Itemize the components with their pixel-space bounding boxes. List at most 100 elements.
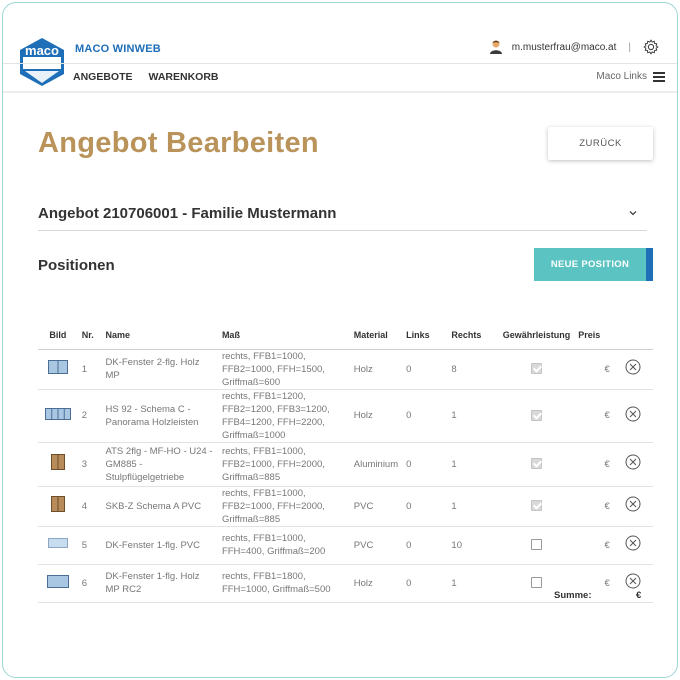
gear-icon[interactable] [643, 39, 659, 55]
close-circle-icon[interactable] [625, 359, 641, 375]
header-separator: | [628, 41, 631, 53]
header-divider [3, 63, 677, 64]
close-circle-icon[interactable] [625, 406, 641, 422]
row-name: SKB-Z Schema A PVC [101, 486, 218, 527]
row-nr: 2 [77, 389, 102, 443]
row-mass: rechts, FFB1=1800, FFH=1000, Griffmaß=50… [217, 564, 350, 603]
row-nr: 4 [77, 486, 102, 527]
row-rechts: 1 [447, 486, 499, 527]
table-row[interactable]: 4 SKB-Z Schema A PVC rechts, FFB1=1000, … [38, 486, 653, 527]
warranty-checkbox[interactable] [530, 500, 542, 512]
row-rechts: 10 [447, 526, 499, 565]
row-delete-cell [613, 389, 653, 443]
warranty-checkbox[interactable] [530, 458, 542, 470]
user-avatar-icon[interactable] [488, 39, 504, 55]
col-bild: Bild [38, 321, 78, 350]
row-nr: 1 [77, 349, 102, 390]
row-delete-cell [613, 442, 653, 487]
new-position-button[interactable]: NEUE POSITION [534, 248, 646, 281]
row-thumb-cell [38, 564, 78, 603]
col-actions [613, 321, 653, 350]
maco-links-label: Maco Links [596, 71, 647, 82]
close-circle-icon[interactable] [625, 496, 641, 512]
row-mass: rechts, FFB1=1000, FFB2=1000, FFH=2000, … [217, 442, 350, 487]
row-delete-cell [613, 349, 653, 390]
row-warranty-cell [498, 349, 575, 390]
row-rechts: 8 [447, 349, 499, 390]
app-frame: maco MACO WINWEB ANGEBOTE WARENKORB m.mu… [2, 2, 678, 678]
row-thumb-cell [38, 389, 78, 443]
row-price: € [574, 349, 614, 390]
row-mass: rechts, FFB1=1200, FFB2=1200, FFB3=1200,… [217, 389, 350, 443]
header-bottom-border [3, 91, 677, 93]
col-links: Links [402, 321, 448, 350]
row-warranty-cell [498, 442, 575, 487]
positions-table: Bild Nr. Name Maß Material Links Rechts … [38, 321, 653, 603]
col-rechts: Rechts [447, 321, 499, 350]
main-nav: ANGEBOTE WARENKORB [73, 71, 219, 83]
col-mass: Maß [217, 321, 350, 350]
door-double-icon [50, 496, 65, 512]
warranty-checkbox[interactable] [530, 363, 542, 375]
row-links: 0 [402, 442, 448, 487]
col-preis: Preis [574, 321, 614, 350]
row-name: DK-Fenster 1-flg. PVC [101, 526, 218, 565]
row-warranty-cell [498, 486, 575, 527]
row-links: 0 [402, 349, 448, 390]
row-delete-cell [613, 486, 653, 527]
window-double-icon [47, 360, 68, 374]
row-warranty-cell [498, 389, 575, 443]
row-nr: 6 [77, 564, 102, 603]
row-price: € [574, 526, 614, 565]
table-row[interactable]: 5 DK-Fenster 1-flg. PVC rechts, FFB1=100… [38, 526, 653, 565]
close-circle-icon[interactable] [625, 573, 641, 589]
row-name: DK-Fenster 2-flg. Holz MP [101, 349, 218, 390]
close-circle-icon[interactable] [625, 535, 641, 551]
row-links: 0 [402, 486, 448, 527]
user-area: m.musterfrau@maco.at | [488, 39, 659, 55]
warranty-checkbox[interactable] [530, 409, 542, 421]
row-price: € [574, 389, 614, 443]
row-links: 0 [402, 389, 448, 443]
row-thumb-cell [38, 486, 78, 527]
back-button[interactable]: ZURÜCK [548, 127, 653, 160]
hamburger-icon[interactable] [653, 71, 665, 82]
warranty-checkbox[interactable] [530, 577, 542, 589]
maco-links-menu[interactable]: Maco Links [596, 71, 665, 82]
row-thumb-cell [38, 442, 78, 487]
col-gewaehrleistung: Gewährleistung [498, 321, 575, 350]
row-name: HS 92 - Schema C - Panorama Holzleisten [101, 389, 218, 443]
row-delete-cell [613, 526, 653, 565]
chevron-down-icon[interactable] [628, 208, 638, 218]
brand-name: MACO WINWEB [75, 43, 161, 55]
row-nr: 5 [77, 526, 102, 565]
table-header-row: Bild Nr. Name Maß Material Links Rechts … [38, 321, 653, 350]
warranty-checkbox[interactable] [530, 539, 542, 551]
row-material: PVC [349, 486, 403, 527]
row-material: PVC [349, 526, 403, 565]
row-name: DK-Fenster 1-flg. Holz MP RC2 [101, 564, 218, 603]
page-title: Angebot Bearbeiten [38, 127, 319, 159]
col-name: Name [101, 321, 218, 350]
row-thumb-cell [38, 349, 78, 390]
close-circle-icon[interactable] [625, 454, 641, 470]
table-row[interactable]: 1 DK-Fenster 2-flg. Holz MP rechts, FFB1… [38, 349, 653, 390]
nav-warenkorb[interactable]: WARENKORB [149, 71, 219, 83]
row-material: Holz [349, 349, 403, 390]
row-rechts: 1 [447, 389, 499, 443]
window-panorama-icon [44, 407, 71, 420]
offer-title[interactable]: Angebot 210706001 - Familie Mustermann [38, 205, 336, 222]
row-material: Holz [349, 564, 403, 603]
row-thumb-cell [38, 526, 78, 565]
row-warranty-cell [498, 526, 575, 565]
row-delete-cell [613, 564, 653, 603]
row-links: 0 [402, 526, 448, 565]
maco-logo: maco [20, 38, 64, 86]
nav-angebote[interactable]: ANGEBOTE [73, 71, 133, 83]
row-mass: rechts, FFB1=1000, FFB2=1000, FFH=1500, … [217, 349, 350, 390]
table-row[interactable]: 2 HS 92 - Schema C - Panorama Holzleiste… [38, 389, 653, 443]
row-name: ATS 2flg - MF-HO - U24 - GM885 - Stulpfl… [101, 442, 218, 487]
user-email[interactable]: m.musterfrau@maco.at [512, 42, 617, 53]
table-row[interactable]: 3 ATS 2flg - MF-HO - U24 - GM885 - Stulp… [38, 442, 653, 487]
offer-divider [38, 230, 647, 231]
